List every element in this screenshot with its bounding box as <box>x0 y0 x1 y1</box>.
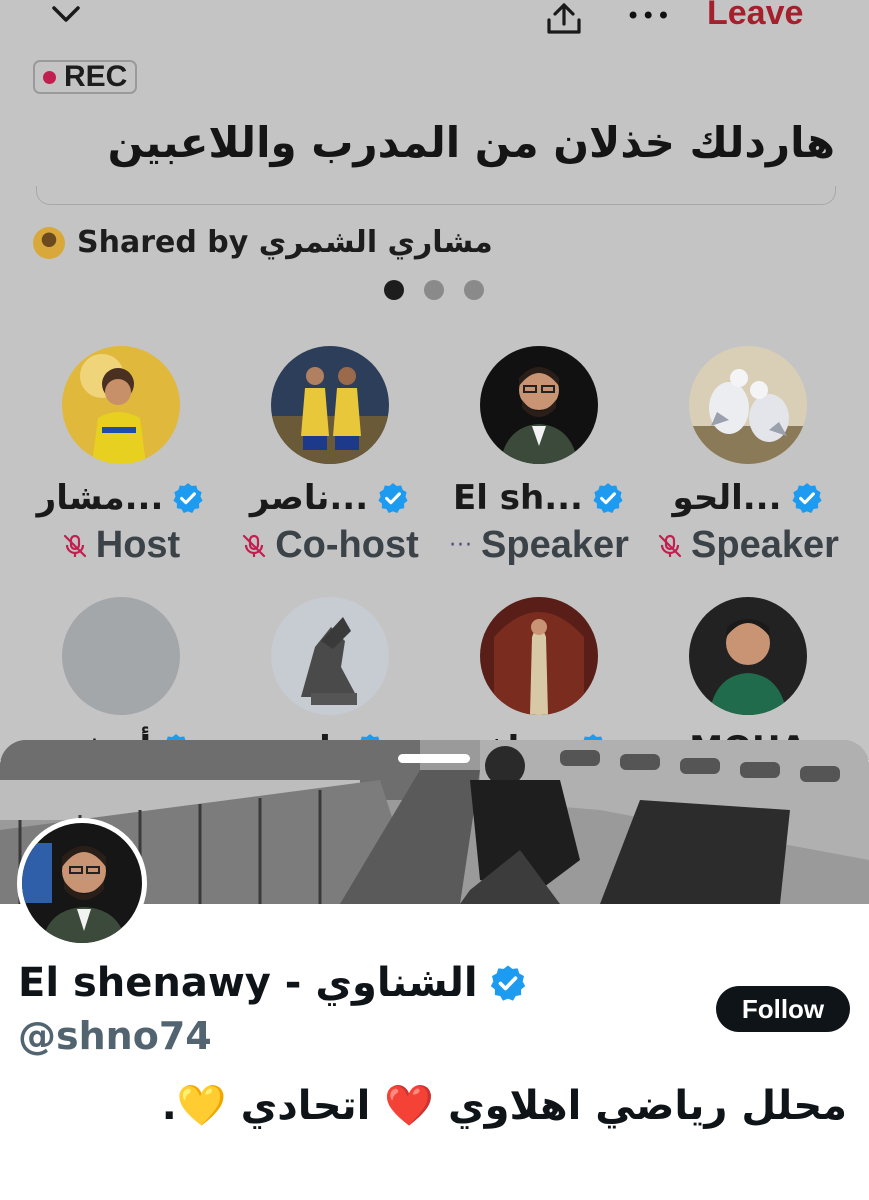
mic-off-icon <box>241 533 267 559</box>
avatar <box>62 597 180 715</box>
avatar <box>480 346 598 464</box>
listener-tile[interactable]: ناص <box>225 597 435 760</box>
speaker-name: مشار... <box>36 478 164 518</box>
speaker-name-row: ناصر... <box>225 478 435 518</box>
speaker-role: Speaker <box>691 524 839 566</box>
speaker-name-row: الحو... <box>643 478 853 518</box>
mic-off-icon <box>62 533 88 559</box>
speaker-role: Speaker <box>481 524 629 566</box>
speaker-tile-pigeons[interactable]: الحو... Speaker <box>643 346 853 567</box>
speaker-role-row: ··· Speaker <box>434 524 644 567</box>
ellipsis-icon: ··· <box>449 533 474 558</box>
speaker-tile-host[interactable]: مشار... Host <box>16 346 226 567</box>
more-options-icon[interactable]: ••• <box>626 4 671 28</box>
leave-button[interactable]: Leave <box>707 0 803 33</box>
verified-badge-icon <box>790 481 824 515</box>
verified-badge-icon <box>488 963 528 1003</box>
page-indicator <box>384 280 484 300</box>
page-dot <box>464 280 484 300</box>
title-divider <box>36 186 836 205</box>
avatar <box>271 597 389 715</box>
sharer-avatar <box>33 226 65 259</box>
shared-by-label: مشاري الشمري Shared by <box>77 225 493 260</box>
chevron-down-icon[interactable] <box>48 0 84 30</box>
top-bar: ••• Leave <box>0 0 869 40</box>
page-dot <box>424 280 444 300</box>
space-title: هاردلك خذلان من المدرب واللاعبين <box>107 118 835 167</box>
avatar <box>689 346 807 464</box>
speaker-role-row: Host <box>16 524 226 567</box>
speaker-role: Host <box>95 524 181 566</box>
rec-label: REC <box>64 60 128 93</box>
follow-button[interactable]: Follow <box>716 986 850 1032</box>
speaker-name: ناصر... <box>249 478 369 518</box>
listener-tile[interactable]: تشاف <box>434 597 644 760</box>
sheet-drag-handle[interactable] <box>398 754 470 763</box>
mic-off-icon <box>657 533 683 559</box>
speaker-name-row: El sh... <box>434 478 644 518</box>
speaker-role: Co-host <box>275 524 419 566</box>
rec-badge: REC <box>33 60 138 94</box>
profile-handle[interactable]: @shno74 <box>18 1014 212 1058</box>
profile-bio: محلل رياضي اهلاوي ❤️ اتحادي 💛. <box>161 1083 847 1129</box>
profile-avatar[interactable] <box>17 818 147 948</box>
speaker-role-row: Co-host <box>225 524 435 567</box>
avatar <box>480 597 598 715</box>
speaker-tile-elshenawy[interactable]: El sh... ··· Speaker <box>434 346 644 567</box>
page-dot-active <box>384 280 404 300</box>
speaker-role-row: Speaker <box>643 524 853 567</box>
share-icon[interactable] <box>543 0 585 36</box>
speaker-name: El sh... <box>453 478 583 518</box>
avatar <box>271 346 389 464</box>
profile-name-row: El shenawy - الشناوي <box>18 960 528 1006</box>
speaker-name: الحو... <box>672 478 782 518</box>
shared-by-row[interactable]: مشاري الشمري Shared by <box>33 225 493 260</box>
verified-badge-icon <box>591 481 625 515</box>
profile-display-name: El shenawy - الشناوي <box>18 960 478 1006</box>
verified-badge-icon <box>171 481 205 515</box>
space-panel: ••• Leave REC هاردلك خذلان من المدرب وال… <box>0 0 869 760</box>
recording-dot-icon <box>43 70 56 84</box>
listener-tile[interactable]: MOHA <box>643 597 853 760</box>
verified-badge-icon <box>376 481 410 515</box>
avatar <box>689 597 807 715</box>
speaker-name-row: مشار... <box>16 478 226 518</box>
listener-tile[interactable]: أبوفي <box>16 597 226 760</box>
speaker-tile-cohost[interactable]: ناصر... Co-host <box>225 346 435 567</box>
avatar <box>62 346 180 464</box>
